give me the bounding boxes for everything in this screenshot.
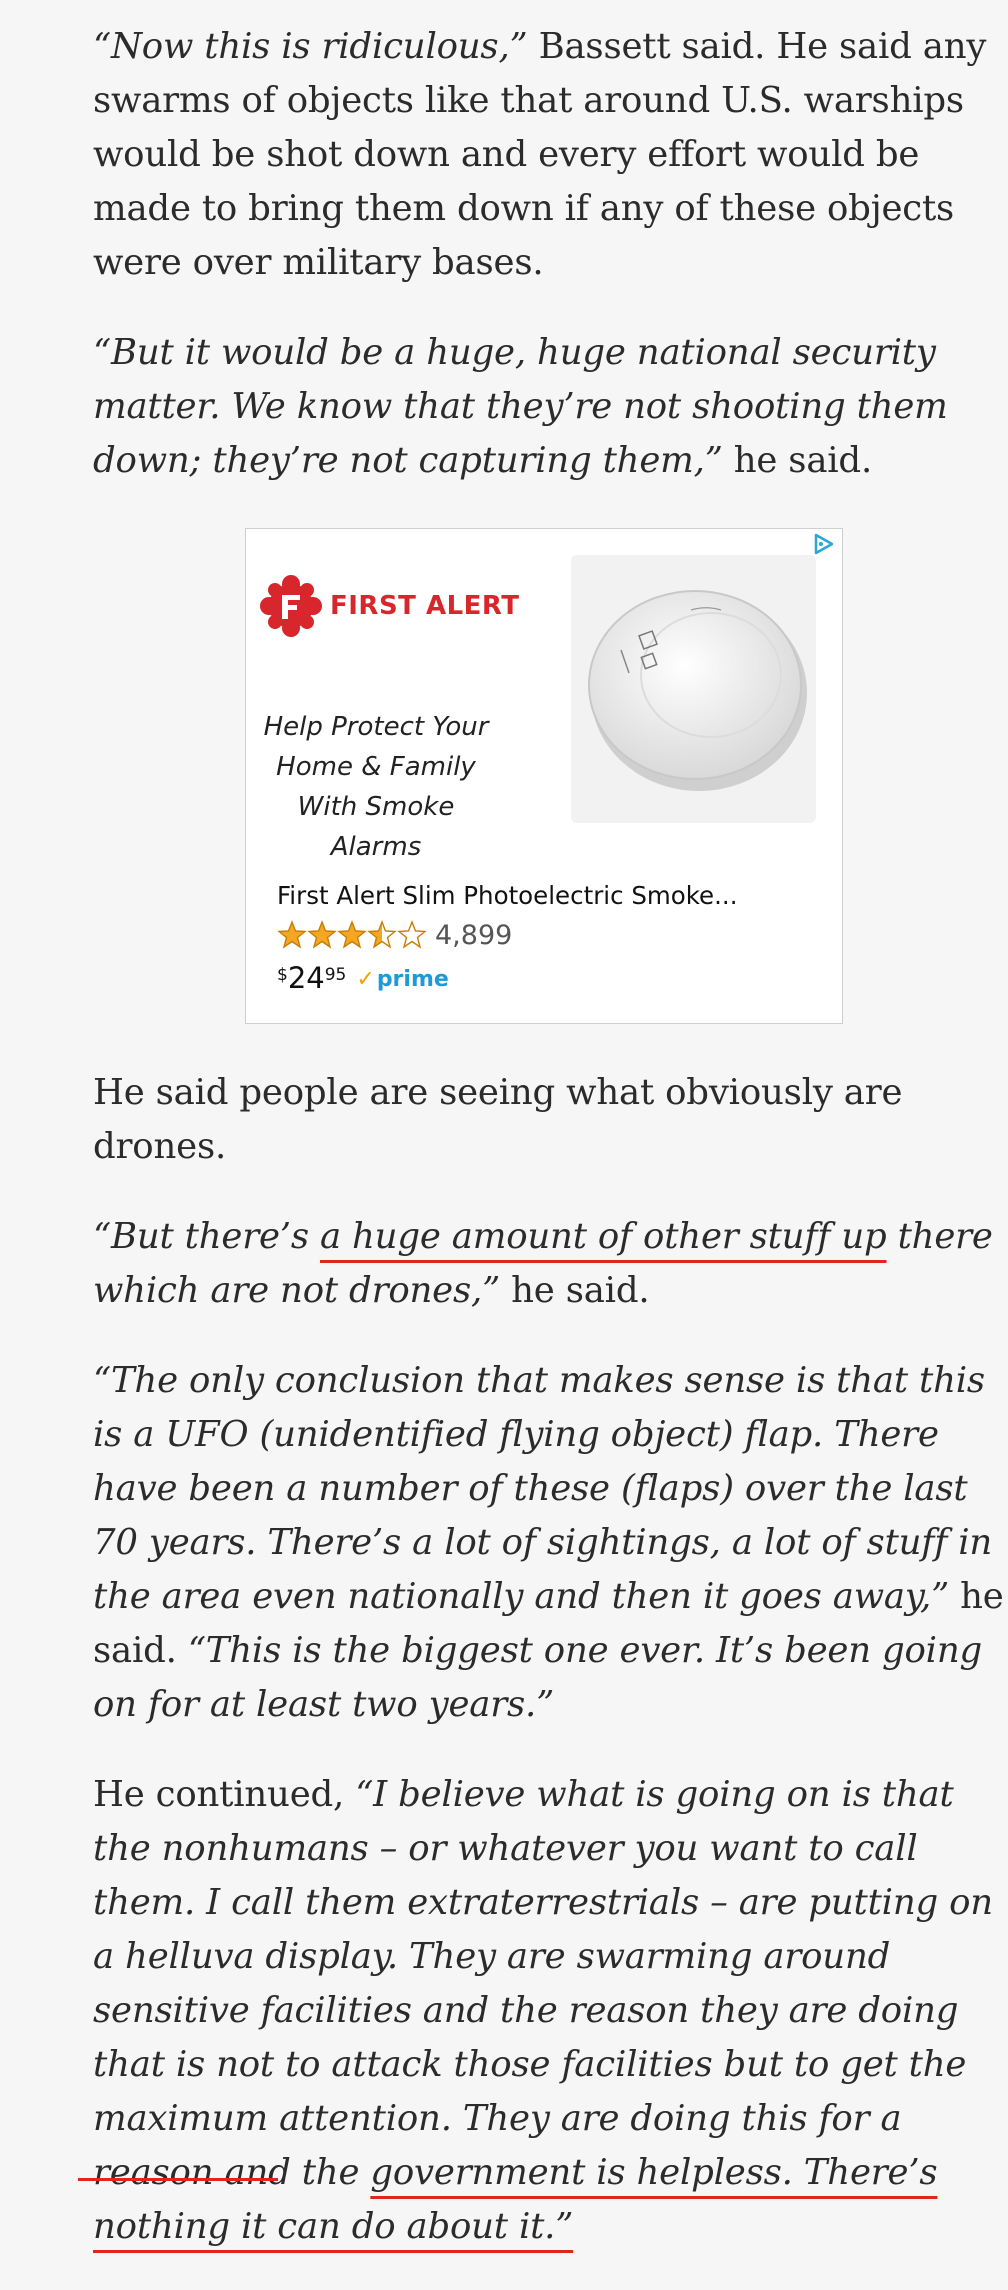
underlined-phrase-stuff: a huge amount of other stuff up [319, 1216, 887, 1257]
prime-check-icon: ✓ [356, 967, 375, 992]
paragraph-1: “Now this is ridiculous,” Bassett said. … [93, 20, 1008, 290]
paragraph-4: “But there’s a huge amount of other stuf… [93, 1210, 1008, 1318]
prime-label: prime [376, 967, 449, 992]
article-body: “Now this is ridiculous,” Bassett said. … [93, 20, 1008, 2290]
prime-badge: ✓ prime [356, 967, 448, 992]
paragraph-2-text: he said. [722, 440, 873, 481]
star-rating: 4,899 [277, 919, 512, 951]
price-cents: 95 [324, 965, 347, 985]
brand-name: FIRST ALERT [330, 591, 520, 621]
brand-logo[interactable]: FIRST ALERT [260, 575, 520, 637]
paragraph-4-text: he said. [500, 1270, 650, 1311]
adchoices-icon[interactable] [810, 531, 836, 557]
quote-ridiculous: “Now this is ridiculous,” [93, 26, 528, 67]
smoke-alarm-image[interactable] [571, 555, 816, 823]
paragraph-2: “But it would be a huge, huge national s… [93, 326, 1008, 488]
paragraph-5: “The only conclusion that makes sense is… [93, 1354, 1008, 1732]
paragraph-6-lead: He continued, [93, 1774, 356, 1815]
paragraph-3: He said people are seeing what obviously… [93, 1072, 903, 1167]
rating-count: 4,899 [435, 919, 513, 951]
product-title[interactable]: First Alert Slim Photoelectric Smoke... [277, 881, 738, 910]
advertisement[interactable]: FIRST ALERT Help Protect Your Home & Fam… [245, 528, 843, 1024]
quote-believe: “I believe what is going on is that the … [93, 1774, 993, 2193]
star-icon [277, 920, 427, 949]
first-alert-logo-icon [260, 575, 322, 637]
quote-conclusion: “The only conclusion that makes sense is… [93, 1360, 993, 1617]
quote-biggest: “This is the biggest one ever. It’s been… [93, 1630, 983, 1725]
paragraph-6: He continued, “I believe what is going o… [93, 1768, 1008, 2254]
quote-pre: “But there’s [93, 1216, 320, 1257]
price-main: 24 [287, 961, 325, 995]
annotation-underline-extension [78, 2178, 278, 2181]
ad-tagline: Help Protect Your Home & Family With Smo… [263, 712, 489, 862]
price: $ 24 95 ✓ prime [277, 961, 449, 995]
price-currency: $ [277, 965, 288, 985]
